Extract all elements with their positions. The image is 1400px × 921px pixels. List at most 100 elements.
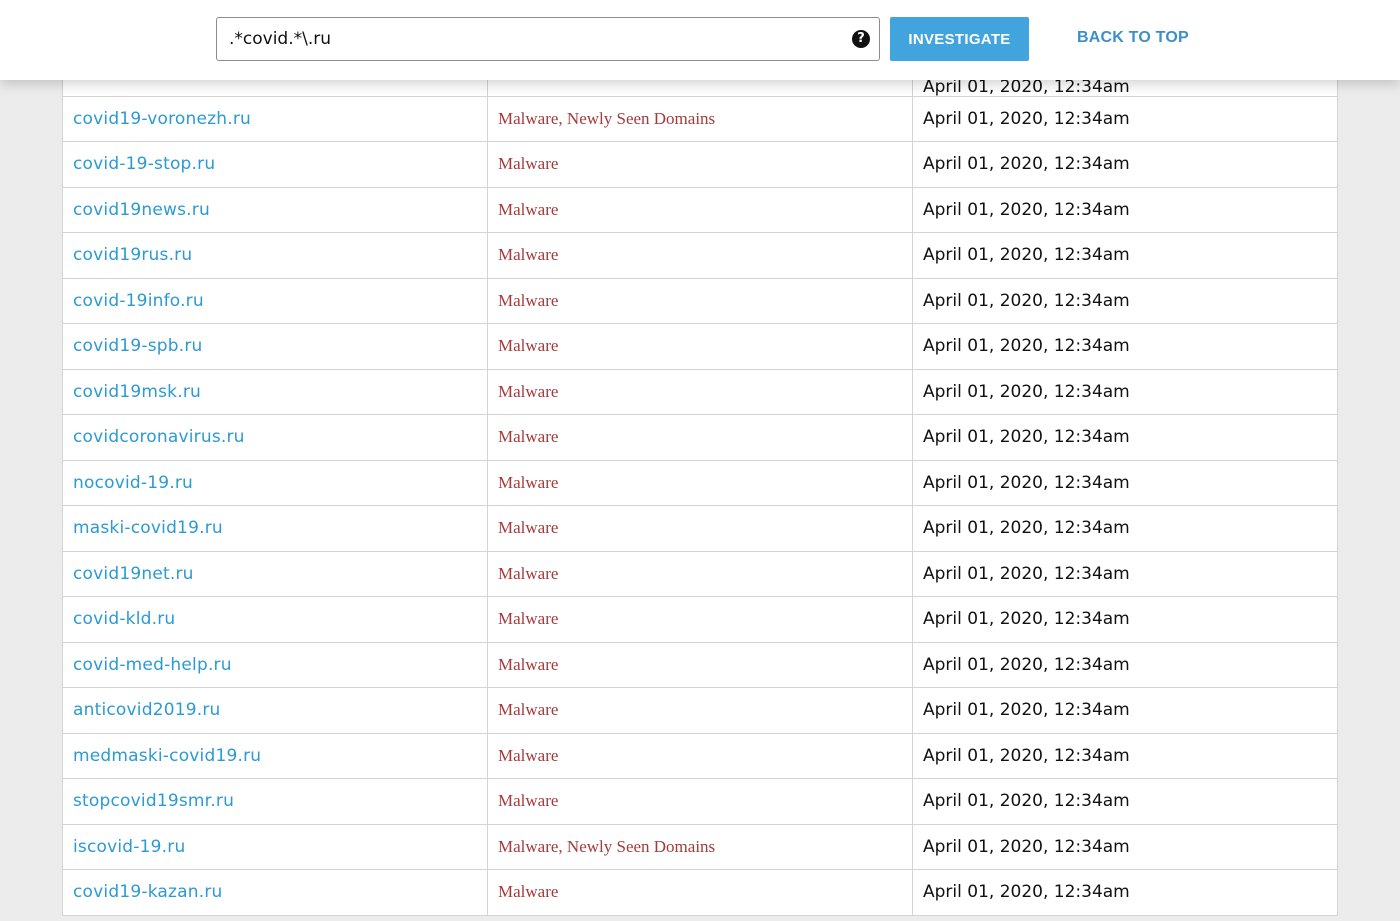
date-text: April 01, 2020, 12:34am <box>923 654 1130 675</box>
category-cell: Malware <box>487 368 913 415</box>
category-text: Malware <box>498 381 559 401</box>
results-table-container: April 01, 2020, 12:34am covid19-voronezh… <box>62 50 1338 916</box>
domain-link[interactable]: covid19msk.ru <box>73 382 201 402</box>
date-cell: April 01, 2020, 12:34am <box>912 732 1338 779</box>
date-text: April 01, 2020, 12:34am <box>923 290 1130 311</box>
category-cell: Malware <box>487 459 913 506</box>
table-row: medmaski-covid19.ru Malware April 01, 2020… <box>62 732 1338 779</box>
domain-link[interactable]: covid19-spb.ru <box>73 336 203 356</box>
domain-cell: nocovid-19.ru <box>62 459 488 506</box>
category-cell: Malware <box>487 869 913 916</box>
date-cell: April 01, 2020, 12:34am <box>912 459 1338 506</box>
category-cell: Malware <box>487 414 913 461</box>
category-cell: Malware <box>487 550 913 597</box>
table-row: covid19news.ru Malware April 01, 2020, 12:… <box>62 186 1338 233</box>
category-text: Malware <box>498 518 559 538</box>
search-input[interactable] <box>217 18 837 60</box>
domain-link[interactable]: nocovid-19.ru <box>73 473 193 493</box>
date-text: April 01, 2020, 12:34am <box>923 77 1130 96</box>
category-cell: Malware <box>487 641 913 688</box>
date-text: April 01, 2020, 12:34am <box>923 791 1130 812</box>
domain-link[interactable]: covid19-kazan.ru <box>73 882 223 902</box>
domain-cell: covid19msk.ru <box>62 368 488 415</box>
domain-link[interactable]: covid19rus.ru <box>73 245 192 265</box>
domain-cell: covid-kld.ru <box>62 596 488 643</box>
domain-link[interactable]: covid-kld.ru <box>73 609 175 629</box>
domain-link[interactable]: maski-covid19.ru <box>73 518 223 538</box>
date-cell: April 01, 2020, 12:34am <box>912 414 1338 461</box>
date-text: April 01, 2020, 12:34am <box>923 108 1130 129</box>
category-text: Malware <box>498 654 559 674</box>
category-cell: Malware <box>487 323 913 370</box>
back-to-top-link[interactable]: BACK TO TOP <box>1077 29 1189 47</box>
date-cell: April 01, 2020, 12:34am <box>912 596 1338 643</box>
date-text: April 01, 2020, 12:34am <box>923 882 1130 903</box>
domain-cell: covid-med-help.ru <box>62 641 488 688</box>
category-text: Malware <box>498 199 559 219</box>
date-cell: April 01, 2020, 12:34am <box>912 550 1338 597</box>
page: April 01, 2020, 12:34am covid19-voronezh… <box>0 0 1400 921</box>
date-cell: April 01, 2020, 12:34am <box>912 823 1338 870</box>
table-row: covid-kld.ru Malware April 01, 2020, 12:34… <box>62 596 1338 643</box>
date-text: April 01, 2020, 12:34am <box>923 563 1130 584</box>
domain-link[interactable]: covid-19info.ru <box>73 291 204 311</box>
domain-cell: anticovid2019.ru <box>62 687 488 734</box>
domain-cell: covid19rus.ru <box>62 232 488 279</box>
date-cell: April 01, 2020, 12:34am <box>912 778 1338 825</box>
domain-cell: covid19-kazan.ru <box>62 869 488 916</box>
domain-cell: iscovid-19.ru <box>62 823 488 870</box>
date-text: April 01, 2020, 12:34am <box>923 245 1130 266</box>
date-text: April 01, 2020, 12:34am <box>923 836 1130 857</box>
domain-link[interactable]: covid-19-stop.ru <box>73 154 215 174</box>
domain-link[interactable]: medmaski-covid19.ru <box>73 746 261 766</box>
table-row: maski-covid19.ru Malware April 01, 2020, 1… <box>62 505 1338 552</box>
domain-cell: covid19-spb.ru <box>62 323 488 370</box>
category-text: Malware <box>498 154 559 174</box>
category-text: Malware <box>498 609 559 629</box>
domain-link[interactable]: iscovid-19.ru <box>73 837 185 857</box>
category-cell: Malware <box>487 141 913 188</box>
category-text: Malware <box>498 336 559 356</box>
table-row: covid-19-stop.ru Malware April 01, 2020, 1… <box>62 141 1338 188</box>
date-text: April 01, 2020, 12:34am <box>923 609 1130 630</box>
domain-link[interactable]: stopcovid19smr.ru <box>73 791 234 811</box>
help-icon[interactable]: ? <box>852 30 870 48</box>
domain-link[interactable]: covid19news.ru <box>73 200 210 220</box>
date-cell: April 01, 2020, 12:34am <box>912 277 1338 324</box>
date-cell: April 01, 2020, 12:34am <box>912 505 1338 552</box>
date-text: April 01, 2020, 12:34am <box>923 472 1130 493</box>
table-row: covid19net.ru Malware April 01, 2020, 12:3… <box>62 550 1338 597</box>
table-row: iscovid-19.ru Malware, Newly Seen Domains… <box>62 823 1338 870</box>
date-cell: April 01, 2020, 12:34am <box>912 368 1338 415</box>
date-cell: April 01, 2020, 12:34am <box>912 323 1338 370</box>
category-text: Malware <box>498 882 559 902</box>
date-text: April 01, 2020, 12:34am <box>923 700 1130 721</box>
date-text: April 01, 2020, 12:34am <box>923 381 1130 402</box>
domain-link[interactable]: covid19net.ru <box>73 564 194 584</box>
domain-link[interactable]: covid19-voronezh.ru <box>73 109 251 129</box>
table-row: covid-med-help.ru Malware April 01, 2020, … <box>62 641 1338 688</box>
category-cell: Malware, Newly Seen Domains <box>487 95 913 142</box>
date-cell: April 01, 2020, 12:34am <box>912 641 1338 688</box>
table-row: covid19rus.ru Malware April 01, 2020, 12:3… <box>62 232 1338 279</box>
domain-cell: covid19net.ru <box>62 550 488 597</box>
results-table: April 01, 2020, 12:34am covid19-voronezh… <box>62 50 1338 916</box>
date-cell: April 01, 2020, 12:34am <box>912 232 1338 279</box>
search-field: ? <box>216 17 880 61</box>
category-text: Malware <box>498 472 559 492</box>
investigate-button[interactable]: INVESTIGATE <box>890 17 1029 61</box>
domain-link[interactable]: covid-med-help.ru <box>73 655 232 675</box>
date-cell: April 01, 2020, 12:34am <box>912 869 1338 916</box>
domain-cell: covid-19-stop.ru <box>62 141 488 188</box>
domain-cell: medmaski-covid19.ru <box>62 732 488 779</box>
table-row: stopcovid19smr.ru Malware April 01, 2020, … <box>62 778 1338 825</box>
date-text: April 01, 2020, 12:34am <box>923 199 1130 220</box>
table-row: covidcoronavirus.ru Malware April 01, 2020… <box>62 414 1338 461</box>
domain-link[interactable]: anticovid2019.ru <box>73 700 221 720</box>
domain-cell: covid19news.ru <box>62 186 488 233</box>
category-text: Malware <box>498 745 559 765</box>
domain-link[interactable]: covidcoronavirus.ru <box>73 427 245 447</box>
category-text: Malware <box>498 791 559 811</box>
category-text: Malware <box>498 245 559 265</box>
table-row: covid19msk.ru Malware April 01, 2020, 12:3… <box>62 368 1338 415</box>
